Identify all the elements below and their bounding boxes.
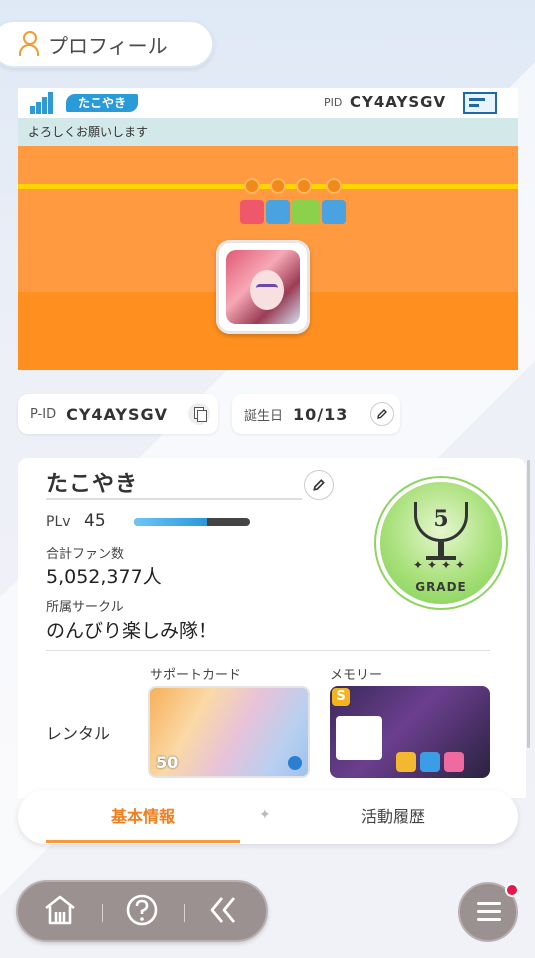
decoration-tile <box>266 200 290 224</box>
profile-panel: たこやき PLv 45 合計ファン数 5,052,377人 所属サークル のんび… <box>18 458 526 798</box>
help-icon[interactable] <box>122 892 162 932</box>
memory-note-icon <box>336 716 382 760</box>
grade-label: GRADE <box>415 580 467 594</box>
active-tab-indicator <box>46 840 240 843</box>
memory-label: メモリー <box>330 668 383 683</box>
circle-label: 所属サークル <box>46 600 124 615</box>
divider <box>46 650 490 651</box>
copy-icon[interactable] <box>188 403 210 425</box>
memory-rank: S <box>332 688 350 706</box>
sparkle-icon: ✦✦✦✦ <box>412 558 470 572</box>
avatar-frame[interactable] <box>216 240 310 334</box>
pin-icon <box>296 178 312 194</box>
card-comment: よろしくお願いします <box>18 118 518 146</box>
skill-icon <box>444 752 464 772</box>
plv-value: 45 <box>84 511 106 531</box>
avatar <box>226 250 300 324</box>
name-underline <box>46 498 302 500</box>
pin-icon <box>326 178 342 194</box>
nav-separator <box>102 904 103 922</box>
bars-icon <box>30 92 54 114</box>
card-name-tag: たこやき <box>66 94 139 112</box>
support-card-level: 50 <box>156 753 179 772</box>
birthday-value: 10/13 <box>293 404 349 424</box>
grade-badge[interactable]: 5 ✦✦✦✦ GRADE <box>380 482 502 604</box>
plv-progress-bar <box>134 518 250 526</box>
page-title-pill: プロフィール <box>0 20 214 68</box>
trophy-stem <box>438 542 444 556</box>
birthday-label: 誕生日 <box>244 408 284 424</box>
circle-value: のんびり楽しみ隊！ <box>46 620 218 642</box>
card-stripe <box>18 184 518 189</box>
pid-value: CY4AYSGV <box>66 404 169 424</box>
card-pid-label: PID <box>324 96 343 109</box>
card-header: たこやき PID CY4AYSGV <box>18 88 518 118</box>
skill-icon <box>420 752 440 772</box>
menu-icon <box>477 902 501 922</box>
pin-icon <box>244 178 260 194</box>
notification-dot <box>505 883 519 897</box>
page-title: プロフィール <box>48 33 168 58</box>
nav-separator <box>184 904 185 922</box>
home-icon[interactable] <box>40 892 80 932</box>
pid-label: P-ID <box>30 406 57 422</box>
edit-icon[interactable] <box>370 402 394 426</box>
hand-icon <box>288 756 302 770</box>
grade-number: 5 <box>433 506 449 532</box>
tab-activity-history[interactable]: 活動履歴 <box>298 790 488 844</box>
support-card[interactable]: 50 <box>148 686 310 778</box>
plv-progress-fill <box>134 518 208 526</box>
skill-icon <box>396 752 416 772</box>
memory-card[interactable]: S <box>330 686 490 778</box>
pid-chip: P-ID CY4AYSGV <box>18 394 218 434</box>
decoration-tile <box>240 200 264 224</box>
rental-label: レンタル <box>46 724 111 743</box>
pin-icon <box>270 178 286 194</box>
card-pid-value: CY4AYSGV <box>350 93 447 111</box>
player-name: たこやき <box>46 472 139 497</box>
back-icon[interactable] <box>204 892 244 932</box>
bottom-nav <box>16 880 268 942</box>
person-icon <box>18 31 40 57</box>
sparkle-separator-icon: ✦ <box>259 807 271 823</box>
decoration-tile <box>292 200 320 224</box>
scrollbar[interactable] <box>527 460 530 748</box>
fans-label: 合計ファン数 <box>46 547 125 562</box>
tab-basic-info[interactable]: 基本情報 <box>48 790 238 844</box>
support-card-label: サポートカード <box>150 668 242 683</box>
fans-value: 5,052,377人 <box>46 566 162 588</box>
card-icon[interactable] <box>463 92 497 114</box>
plv-label: PLv <box>46 514 71 530</box>
profile-card: たこやき PID CY4AYSGV よろしくお願いします <box>18 88 518 370</box>
edit-name-icon[interactable] <box>304 470 334 500</box>
decoration-tile <box>322 200 346 224</box>
tab-bar: 基本情報 ✦ 活動履歴 <box>18 790 518 844</box>
birthday-chip: 誕生日 10/13 <box>232 394 400 434</box>
